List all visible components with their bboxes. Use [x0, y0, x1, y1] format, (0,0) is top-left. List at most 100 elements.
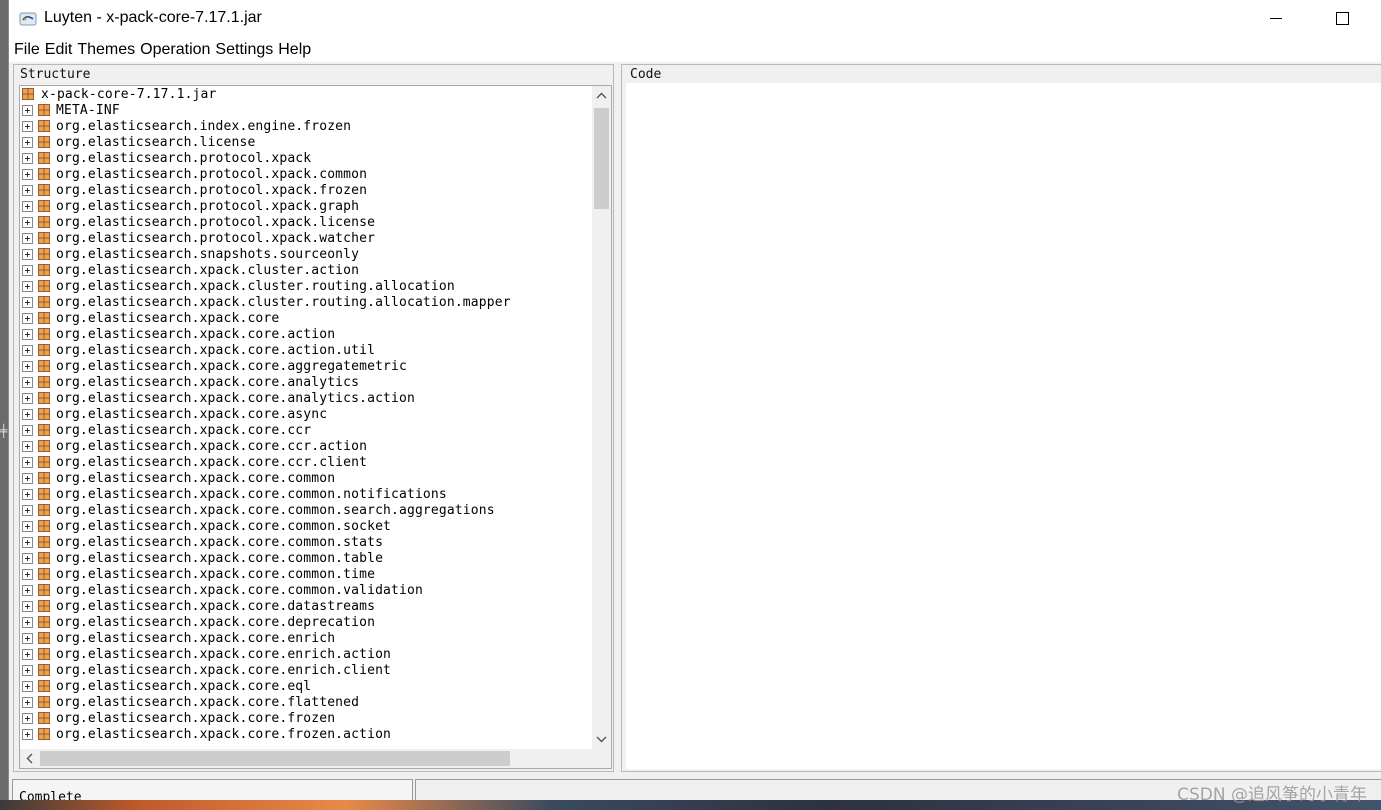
tree-item[interactable]: org.elasticsearch.xpack.core.deprecation [20, 614, 592, 630]
expand-plus-icon[interactable] [22, 600, 33, 612]
tree-item[interactable]: org.elasticsearch.license [20, 134, 592, 150]
expand-plus-icon[interactable] [22, 488, 33, 500]
tree-item[interactable]: org.elasticsearch.xpack.cluster.routing.… [20, 278, 592, 294]
tree-item[interactable]: META-INF [20, 102, 592, 118]
tree-item[interactable]: org.elasticsearch.snapshots.sourceonly [20, 246, 592, 262]
expand-plus-icon[interactable] [22, 216, 33, 228]
scroll-up-icon[interactable] [592, 86, 611, 105]
expand-plus-icon[interactable] [22, 648, 33, 660]
tree-item[interactable]: org.elasticsearch.xpack.core.common.tabl… [20, 550, 592, 566]
tree-item[interactable]: org.elasticsearch.xpack.core.common.noti… [20, 486, 592, 502]
expand-plus-icon[interactable] [22, 520, 33, 532]
tree-item[interactable]: org.elasticsearch.xpack.core.async [20, 406, 592, 422]
tree-item[interactable]: org.elasticsearch.xpack.core.common.sock… [20, 518, 592, 534]
tree-item[interactable]: org.elasticsearch.xpack.core.enrich.acti… [20, 646, 592, 662]
expand-plus-icon[interactable] [22, 360, 33, 372]
expand-plus-icon[interactable] [22, 264, 33, 276]
menu-settings[interactable]: Settings [214, 38, 277, 62]
tree-item[interactable]: org.elasticsearch.xpack.core.common [20, 470, 592, 486]
expand-plus-icon[interactable] [22, 408, 33, 420]
tree-horizontal-scrollbar[interactable] [20, 749, 605, 768]
title-bar[interactable]: Luyten - x-pack-core-7.17.1.jar [9, 0, 1381, 38]
tree-item[interactable]: org.elasticsearch.xpack.core.eql [20, 678, 592, 694]
menu-edit[interactable]: Edit [44, 38, 77, 62]
expand-plus-icon[interactable] [22, 232, 33, 244]
structure-tree[interactable]: x-pack-core-7.17.1.jar META-INF org.elast… [20, 86, 592, 749]
expand-plus-icon[interactable] [22, 168, 33, 180]
expand-plus-icon[interactable] [22, 104, 33, 116]
menu-help[interactable]: Help [277, 38, 315, 62]
code-editor-area[interactable] [626, 83, 1381, 769]
expand-plus-icon[interactable] [22, 280, 33, 292]
tree-item[interactable]: org.elasticsearch.protocol.xpack.license [20, 214, 592, 230]
expand-plus-icon[interactable] [22, 344, 33, 356]
tree-item[interactable]: org.elasticsearch.xpack.core.ccr [20, 422, 592, 438]
expand-plus-icon[interactable] [22, 568, 33, 580]
tree-item[interactable]: org.elasticsearch.protocol.xpack.watcher [20, 230, 592, 246]
tree-item[interactable]: org.elasticsearch.xpack.core.enrich [20, 630, 592, 646]
tree-item[interactable]: org.elasticsearch.protocol.xpack.frozen [20, 182, 592, 198]
tree-item[interactable]: org.elasticsearch.xpack.core.action.util [20, 342, 592, 358]
expand-plus-icon[interactable] [22, 680, 33, 692]
expand-plus-icon[interactable] [22, 296, 33, 308]
tree-vertical-scrollbar[interactable] [592, 86, 611, 749]
tree-item[interactable]: org.elasticsearch.xpack.core.analytics [20, 374, 592, 390]
expand-plus-icon[interactable] [22, 200, 33, 212]
expand-plus-icon[interactable] [22, 616, 33, 628]
menu-file[interactable]: File [13, 38, 44, 62]
tree-item[interactable]: org.elasticsearch.protocol.xpack.graph [20, 198, 592, 214]
maximize-button[interactable] [1319, 0, 1365, 38]
tree-item[interactable]: org.elasticsearch.index.engine.frozen [20, 118, 592, 134]
minimize-button[interactable] [1253, 0, 1299, 38]
tree-item[interactable]: org.elasticsearch.xpack.cluster.routing.… [20, 294, 592, 310]
tree-item[interactable]: org.elasticsearch.xpack.core.common.stat… [20, 534, 592, 550]
expand-plus-icon[interactable] [22, 440, 33, 452]
horizontal-scroll-thumb[interactable] [40, 751, 510, 766]
tree-item[interactable]: org.elasticsearch.xpack.core.ccr.client [20, 454, 592, 470]
expand-plus-icon[interactable] [22, 248, 33, 260]
scroll-left-icon[interactable] [20, 749, 39, 768]
expand-plus-icon[interactable] [22, 184, 33, 196]
tree-item[interactable]: org.elasticsearch.xpack.core.flattened [20, 694, 592, 710]
tree-item[interactable]: org.elasticsearch.xpack.core.common.vali… [20, 582, 592, 598]
package-icon [38, 536, 50, 548]
expand-plus-icon[interactable] [22, 632, 33, 644]
expand-plus-icon[interactable] [22, 696, 33, 708]
expand-plus-icon[interactable] [22, 392, 33, 404]
expand-plus-icon[interactable] [22, 152, 33, 164]
tree-item[interactable]: org.elasticsearch.xpack.core.ccr.action [20, 438, 592, 454]
menu-themes[interactable]: Themes [76, 38, 139, 62]
tree-item[interactable]: org.elasticsearch.xpack.core.common.time [20, 566, 592, 582]
expand-plus-icon[interactable] [22, 456, 33, 468]
vertical-scroll-thumb[interactable] [594, 108, 609, 209]
scroll-down-icon[interactable] [592, 730, 611, 749]
expand-plus-icon[interactable] [22, 552, 33, 564]
tree-item[interactable]: org.elasticsearch.xpack.core.frozen [20, 710, 592, 726]
tree-item[interactable]: org.elasticsearch.xpack.core.aggregateme… [20, 358, 592, 374]
tree-root[interactable]: x-pack-core-7.17.1.jar [20, 86, 592, 102]
tree-item[interactable]: org.elasticsearch.xpack.core.enrich.clie… [20, 662, 592, 678]
expand-plus-icon[interactable] [22, 312, 33, 324]
tree-item[interactable]: org.elasticsearch.xpack.cluster.action [20, 262, 592, 278]
tree-item[interactable]: org.elasticsearch.xpack.core.common.sear… [20, 502, 592, 518]
expand-plus-icon[interactable] [22, 664, 33, 676]
expand-plus-icon[interactable] [22, 504, 33, 516]
expand-plus-icon[interactable] [22, 712, 33, 724]
menu-operation[interactable]: Operation [139, 38, 214, 62]
expand-plus-icon[interactable] [22, 584, 33, 596]
expand-plus-icon[interactable] [22, 472, 33, 484]
expand-plus-icon[interactable] [22, 536, 33, 548]
tree-item[interactable]: org.elasticsearch.xpack.core.datastreams [20, 598, 592, 614]
tree-item[interactable]: org.elasticsearch.xpack.core.analytics.a… [20, 390, 592, 406]
expand-plus-icon[interactable] [22, 728, 33, 740]
expand-plus-icon[interactable] [22, 136, 33, 148]
tree-item[interactable]: org.elasticsearch.protocol.xpack [20, 150, 592, 166]
expand-plus-icon[interactable] [22, 328, 33, 340]
expand-plus-icon[interactable] [22, 424, 33, 436]
tree-item[interactable]: org.elasticsearch.xpack.core [20, 310, 592, 326]
tree-item[interactable]: org.elasticsearch.xpack.core.action [20, 326, 592, 342]
expand-plus-icon[interactable] [22, 120, 33, 132]
tree-item[interactable]: org.elasticsearch.xpack.core.frozen.acti… [20, 726, 592, 742]
tree-item[interactable]: org.elasticsearch.protocol.xpack.common [20, 166, 592, 182]
expand-plus-icon[interactable] [22, 376, 33, 388]
